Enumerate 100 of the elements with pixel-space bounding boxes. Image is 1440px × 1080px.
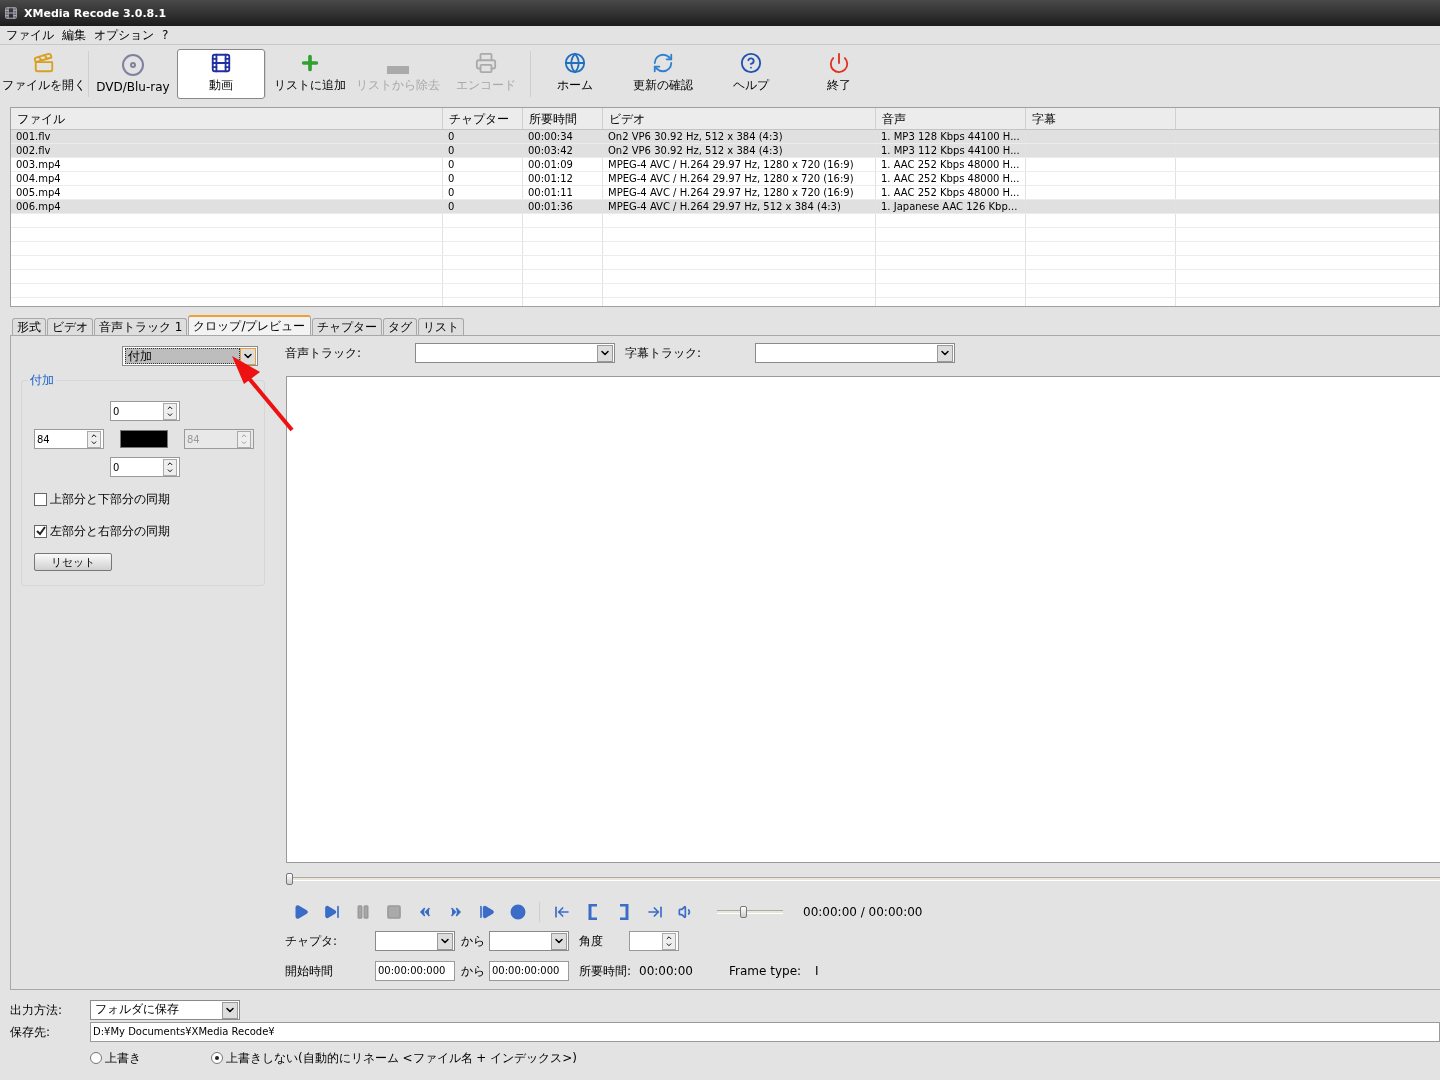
table-row[interactable]: 006.mp4 0 00:01:36 MPEG-4 AVC / H.264 29.97 Hz, 512 x 384 (4:3) 1. Japanese AAC 126 Kbp... [11, 200, 1439, 214]
toolbar-button[interactable]: ホーム [531, 49, 619, 99]
table-cell: 0 [443, 200, 523, 213]
checkbox[interactable] [34, 492, 47, 506]
menu-item[interactable]: ? [160, 28, 171, 42]
checkbox-label: 左部分と右部分の同期 [50, 522, 170, 540]
column-header[interactable]: ファイル [11, 108, 443, 129]
dropdown-button[interactable] [222, 1001, 238, 1019]
disc-icon [121, 53, 145, 77]
table-cell: MPEG-4 AVC / H.264 29.97 Hz, 512 x 384 (4:3) [603, 200, 876, 213]
globe-icon [563, 52, 587, 74]
skip-forward-icon [323, 904, 340, 920]
slider-thumb[interactable] [739, 906, 747, 918]
table-cell: 002.flv [11, 144, 443, 157]
tab[interactable]: クロップ/プレビュー [188, 315, 311, 335]
dropdown-button[interactable] [937, 344, 953, 362]
volume-slider[interactable] [717, 906, 783, 918]
menu-item[interactable]: オプション [92, 26, 156, 44]
table-cell: 00:01:12 [523, 172, 603, 185]
spin-buttons-icon[interactable] [87, 430, 101, 448]
toolbar-button[interactable]: 動画 [177, 49, 265, 99]
dropdown-button[interactable] [240, 347, 256, 365]
color-swatch[interactable] [120, 430, 168, 448]
film-icon [209, 52, 233, 74]
table-cell: 001.flv [11, 130, 443, 143]
mode-dropdown[interactable]: 付加 [122, 346, 258, 366]
table-row[interactable]: 005.mp4 0 00:01:11 MPEG-4 AVC / H.264 29.97 Hz, 1280 x 720 (16:9) 1. AAC 252 Kbps 48000 H... [11, 186, 1439, 200]
checkbox-label: 上部分と下部分の同期 [50, 490, 170, 508]
column-header[interactable]: ビデオ [603, 108, 876, 129]
toolbar-button[interactable]: 終了 [795, 49, 883, 99]
toolbar-button[interactable]: DVD/Blu-ray [89, 49, 177, 99]
tab[interactable]: 音声トラック 1 [94, 318, 188, 335]
right-bracket-icon [617, 904, 630, 920]
menu-item[interactable]: ファイル [4, 26, 56, 44]
table-row[interactable]: 002.flv 0 00:03:42 On2 VP6 30.92 Hz, 512 x 384 (4:3) 1. MP3 112 Kbps 44100 H... [11, 144, 1439, 158]
minus-icon [387, 66, 409, 74]
table-row[interactable]: 001.flv 0 00:00:34 On2 VP6 30.92 Hz, 512 x 384 (4:3) 1. MP3 128 Kbps 44100 H... [11, 130, 1439, 144]
table-row[interactable]: 003.mp4 0 00:01:09 MPEG-4 AVC / H.264 29.97 Hz, 1280 x 720 (16:9) 1. AAC 252 Kbps 48000 H... [11, 158, 1439, 172]
tab[interactable]: リスト [417, 318, 464, 335]
subtitle-track-dropdown[interactable] [755, 343, 955, 363]
end-time-field[interactable]: 00:00:00:000 [489, 961, 569, 981]
table-cell: On2 VP6 30.92 Hz, 512 x 384 (4:3) [603, 144, 876, 157]
table-cell: 0 [443, 158, 523, 171]
toolbar-button[interactable]: リストに追加 [266, 49, 354, 99]
start-time-label: 開始時間 [285, 962, 334, 980]
spin-buttons-icon[interactable] [163, 402, 177, 420]
column-header[interactable]: 所要時間 [523, 108, 603, 129]
duration-value: 00:00:00 [639, 964, 694, 978]
table-cell: 1. MP3 128 Kbps 44100 H... [876, 130, 1026, 143]
left-spinner[interactable]: 84 [34, 429, 104, 449]
menu-item[interactable]: 編集 [60, 26, 88, 44]
spin-buttons-icon[interactable] [163, 458, 177, 476]
table-cell: 1. AAC 252 Kbps 48000 H... [876, 172, 1026, 185]
power-icon [827, 52, 851, 74]
table-cell: MPEG-4 AVC / H.264 29.97 Hz, 1280 x 720 (16:9) [603, 158, 876, 171]
audio-track-dropdown[interactable] [415, 343, 615, 363]
toolbar-button[interactable]: 更新の確認 [619, 49, 707, 99]
toolbar-button[interactable]: ヘルプ [707, 49, 795, 99]
from-label: から [460, 962, 486, 980]
bottom-spinner[interactable]: 0 [110, 457, 180, 477]
tab[interactable]: タグ [382, 318, 417, 335]
time-display: 00:00:00 / 00:00:00 [803, 905, 923, 919]
output-method-dropdown[interactable]: フォルダに保存 [90, 1000, 240, 1020]
table-cell: MPEG-4 AVC / H.264 29.97 Hz, 1280 x 720 (16:9) [603, 172, 876, 185]
table-cell: On2 VP6 30.92 Hz, 512 x 384 (4:3) [603, 130, 876, 143]
column-header[interactable]: チャプター [443, 108, 523, 129]
column-header[interactable]: 音声 [876, 108, 1026, 129]
radio-button[interactable] [90, 1052, 102, 1064]
table-cell: 006.mp4 [11, 200, 443, 213]
reset-button[interactable]: リセット [34, 553, 112, 571]
dropdown-button[interactable] [551, 932, 567, 950]
start-time-field[interactable]: 00:00:00:000 [375, 961, 455, 981]
table-cell: 004.mp4 [11, 172, 443, 185]
slider-thumb[interactable] [285, 873, 293, 885]
table-cell: 00:01:09 [523, 158, 603, 171]
destination-field[interactable]: D:¥My Documents¥XMedia Recode¥ [90, 1022, 1440, 1042]
table-cell: 1. AAC 252 Kbps 48000 H... [876, 186, 1026, 199]
table-cell: 0 [443, 144, 523, 157]
stop-icon [385, 904, 402, 920]
table-row[interactable]: 004.mp4 0 00:01:12 MPEG-4 AVC / H.264 29.97 Hz, 1280 x 720 (16:9) 1. AAC 252 Kbps 48000 H... [11, 172, 1439, 186]
toolbar-button[interactable]: ファイルを開く [0, 49, 88, 99]
chapter-start-dropdown[interactable] [375, 931, 455, 951]
tab[interactable]: チャプター [311, 318, 382, 335]
top-spinner[interactable]: 0 [110, 401, 180, 421]
column-header[interactable]: 字幕 [1026, 108, 1176, 129]
checkbox[interactable] [34, 524, 47, 538]
spin-buttons-icon[interactable] [662, 932, 676, 950]
tab[interactable]: ビデオ [47, 318, 93, 335]
help-icon [739, 52, 763, 74]
tab[interactable]: 形式 [12, 318, 46, 335]
table-cell: 0 [443, 172, 523, 185]
table-cell: 003.mp4 [11, 158, 443, 171]
window-title: XMedia Recode 3.0.8.1 [24, 6, 167, 20]
dropdown-button[interactable] [437, 932, 453, 950]
dropdown-button[interactable] [597, 344, 613, 362]
radio-label: 上書きしない(自動的にリネーム <ファイル名 + インデックス>) [226, 1049, 577, 1067]
seek-slider[interactable] [289, 873, 1440, 885]
destination-label: 保存先: [10, 1023, 52, 1041]
radio-button[interactable] [211, 1052, 223, 1064]
table-cell: 1. AAC 252 Kbps 48000 H... [876, 158, 1026, 171]
